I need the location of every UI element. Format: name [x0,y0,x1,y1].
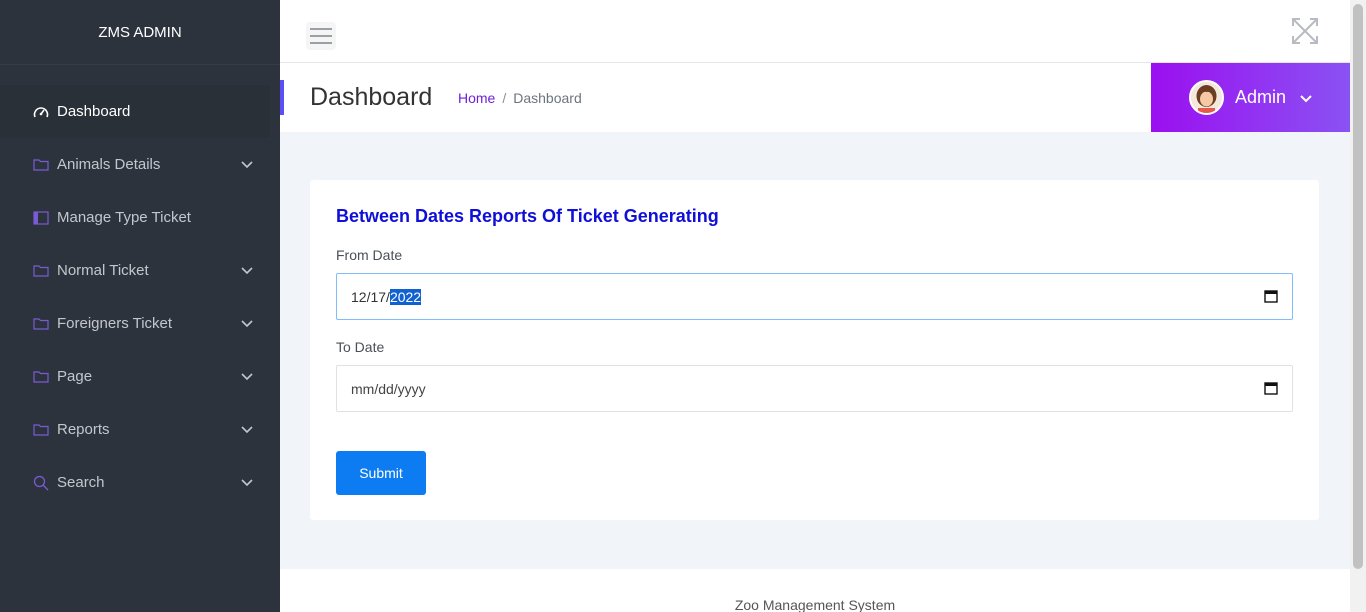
scrollbar-thumb[interactable] [1353,4,1363,569]
sidebar-item-reports[interactable]: Reports [0,403,280,456]
sidebar-item-label: Page [57,368,93,385]
report-card: Between Dates Reports Of Ticket Generati… [310,180,1319,520]
sidebar-item-label: Animals Details [57,156,161,173]
breadcrumb-current: Dashboard [513,90,582,106]
chevron-down-icon [240,317,254,331]
hamburger-icon-line [310,28,332,30]
calendar-icon[interactable] [1264,289,1278,303]
sidebar-item-label: Reports [57,421,110,438]
sidebar-item-normal-ticket[interactable]: Normal Ticket [0,244,280,297]
folder-icon [32,263,50,279]
page-title: Dashboard [310,83,433,111]
hamburger-icon-line [310,35,332,37]
sidebar-item-label: Foreigners Ticket [57,315,173,332]
book-icon [32,210,50,226]
folder-icon [32,157,50,173]
sidebar-item-manage-type-ticket[interactable]: Manage Type Ticket [0,191,280,244]
sidebar-nav: Dashboard Animals Details Manage Type Ti… [0,65,280,509]
scrollbar[interactable] [1350,0,1366,612]
from-date-label: From Date [336,247,403,263]
title-accent-bar [280,80,284,115]
user-name: Admin [1235,87,1287,107]
sidebar-item-label: Manage Type Ticket [57,209,191,226]
sidebar-item-label: Normal Ticket [57,262,149,279]
sidebar: ZMS ADMIN Dashboard Animals Details Mana… [0,0,280,612]
footer: Zoo Management System [280,569,1350,612]
to-date-placeholder: mm/dd/yyyy [351,380,426,397]
dashboard-icon [32,104,50,120]
sidebar-item-animals-details[interactable]: Animals Details [0,138,280,191]
avatar [1189,80,1224,115]
chevron-down-icon [240,423,254,437]
footer-text: Zoo Management System [734,597,896,612]
breadcrumb-separator: / [502,90,507,106]
sidebar-item-label: Dashboard [57,103,131,120]
chevron-down-icon [240,158,254,172]
from-date-value-selected: 2022 [389,288,422,305]
fullscreen-icon[interactable] [1290,16,1320,46]
sidebar-item-foreigners-ticket[interactable]: Foreigners Ticket [0,297,280,350]
submit-button[interactable]: Submit [336,451,426,495]
sidebar-item-dashboard[interactable]: Dashboard [0,85,270,138]
folder-icon [32,422,50,438]
from-date-value-prefix: 12/17/ [351,288,390,305]
page-title-bar: Dashboard Home / Dashboard Admin [280,63,1350,132]
chevron-down-icon [240,476,254,490]
sidebar-item-page[interactable]: Page [0,350,280,403]
from-date-field[interactable]: 12/17/2022 [336,273,1293,320]
top-header [280,0,1350,63]
brand-title: ZMS ADMIN [0,0,280,65]
calendar-icon[interactable] [1264,381,1278,395]
chevron-down-icon [240,264,254,278]
hamburger-icon-line [310,42,332,44]
breadcrumb-home-link[interactable]: Home [458,90,495,106]
folder-icon [32,369,50,385]
sidebar-item-label: Search [57,474,105,491]
search-icon [32,475,50,491]
folder-icon [32,316,50,332]
sidebar-item-search[interactable]: Search [0,456,280,509]
card-title: Between Dates Reports Of Ticket Generati… [336,206,719,226]
user-menu-button[interactable]: Admin [1151,63,1350,132]
menu-toggle-button[interactable] [306,22,336,50]
breadcrumb: Home / Dashboard [458,90,582,106]
to-date-field[interactable]: mm/dd/yyyy [336,365,1293,412]
chevron-down-icon [1300,87,1312,108]
chevron-down-icon [240,370,254,384]
to-date-label: To Date [336,339,385,355]
